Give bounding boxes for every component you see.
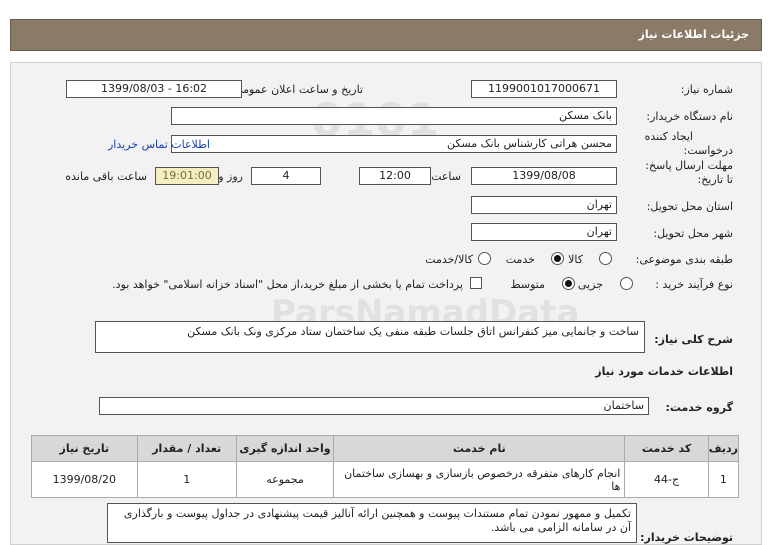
buyer-notes-label: توضیحات خریدار: [640, 531, 733, 544]
process-radio-minor[interactable] [620, 277, 633, 290]
deadline-label-1: مهلت ارسال پاسخ: [645, 159, 733, 172]
col-name-header: نام خدمت [333, 435, 626, 462]
page-title: جزئیات اطلاعات نیاز [638, 28, 750, 41]
row-unit: مجموعه [235, 461, 335, 498]
city-label: شهر محل تحویل: [653, 227, 733, 240]
services-section-title: اطلاعات خدمات مورد نیاز [595, 365, 733, 378]
col-code-header: کد خدمت [624, 435, 709, 462]
province-field: تهران [471, 196, 617, 214]
col-date-header: تاریخ نیاز [31, 435, 138, 462]
requester-label-2: درخواست: [683, 144, 733, 157]
details-panel: 0101 ParsNamadData شماره نیاز: 119900101… [10, 62, 762, 545]
need-number-label: شماره نیاز: [680, 83, 733, 96]
province-label: استان محل تحویل: [646, 200, 733, 213]
row-qty: 1 [136, 461, 237, 498]
summary-field: ساخت و جانمایی میز کنفرانس اتاق جلسات طب… [95, 321, 645, 353]
col-unit-header: واحد اندازه گیری [235, 435, 335, 462]
table-header-row: ردیف کد خدمت نام خدمت واحد اندازه گیری ت… [31, 435, 740, 462]
treasury-payment-note: پرداخت تمام یا بخشی از مبلغ خرید،از محل … [112, 278, 463, 291]
category-label: طبقه بندی موضوعی: [635, 253, 733, 266]
remaining-label: ساعت باقی مانده [65, 170, 147, 183]
announce-datetime-field: 1399/08/03 - 16:02 [66, 80, 242, 98]
deadline-label-2: تا تاریخ: [697, 173, 733, 186]
buyer-notes-field: تکمیل و ممهور نمودن تمام مستندات پیوست و… [107, 503, 637, 543]
table-row: 1 ج-44 انجام کارهای متفرقه درخصوص بازساز… [31, 461, 740, 498]
category-option-service: خدمت [505, 253, 535, 266]
process-radio-medium[interactable] [562, 277, 575, 290]
service-group-label: گروه خدمت: [665, 401, 733, 414]
need-number-field: 1199001017000671 [471, 80, 617, 98]
process-option-medium: متوسط [510, 278, 545, 291]
remaining-days-field: 4 [251, 167, 321, 185]
services-table: ردیف کد خدمت نام خدمت واحد اندازه گیری ت… [31, 435, 740, 498]
city-field: تهران [471, 223, 617, 241]
category-radio-service[interactable] [551, 252, 564, 265]
buyer-contact-link[interactable]: اطلاعات تماس خریدار [108, 138, 210, 151]
page-title-bar: جزئیات اطلاعات نیاز [10, 19, 762, 51]
summary-label: شرح کلی نیاز: [654, 333, 733, 346]
service-group-field: ساختمان [99, 397, 649, 415]
category-option-goods: کالا [568, 253, 583, 266]
deadline-date-field: 1399/08/08 [471, 167, 617, 185]
row-code: ج-44 [624, 461, 709, 498]
announce-datetime-label: تاریخ و ساعت اعلان عمومی: [230, 83, 363, 96]
deadline-time-field: 12:00 [359, 167, 431, 185]
deadline-time-label: ساعت [431, 170, 461, 183]
col-qty-header: تعداد / مقدار [136, 435, 237, 462]
buyer-org-label: نام دستگاه خریدار: [646, 110, 733, 123]
process-option-minor: جزیی [577, 278, 603, 291]
category-radio-goods-service[interactable] [478, 252, 491, 265]
process-type-label: نوع فرآیند خرید : [655, 278, 733, 291]
category-option-goods-service: کالا/خدمت [425, 253, 473, 266]
requester-label-1: ایجاد کننده [644, 130, 693, 143]
col-index-header: ردیف [707, 435, 740, 462]
buyer-org-field: بانک مسکن [171, 107, 617, 125]
remaining-time-field: 19:01:00 [155, 167, 219, 185]
days-label: روز و [218, 170, 243, 183]
requester-field: محسن هراتی کارشناس بانک مسکن [171, 135, 617, 153]
row-date: 1399/08/20 [31, 461, 138, 498]
category-radio-goods[interactable] [599, 252, 612, 265]
row-index: 1 [707, 461, 740, 498]
row-service-name: انجام کارهای متفرقه درخصوص بازسازی و بهس… [333, 461, 626, 498]
treasury-payment-checkbox[interactable] [470, 277, 482, 289]
